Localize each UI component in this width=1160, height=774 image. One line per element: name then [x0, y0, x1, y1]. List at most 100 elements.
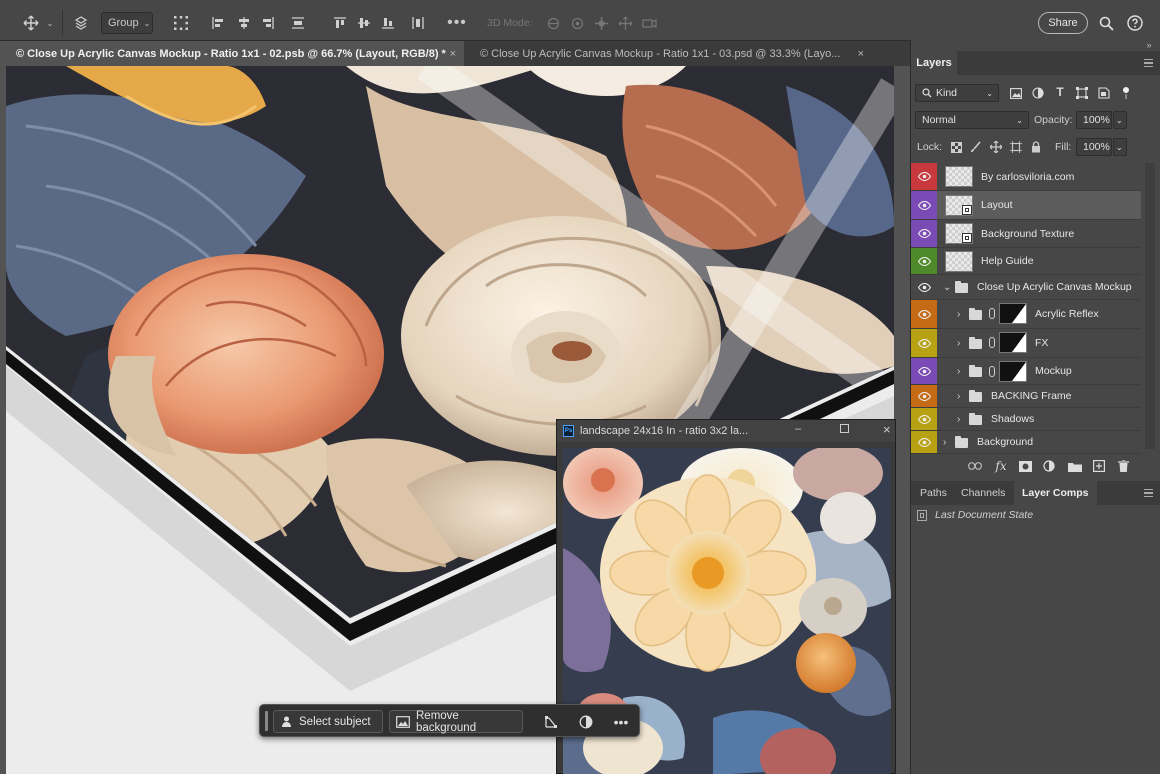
adjustment-filter-icon[interactable] — [1031, 86, 1045, 100]
pixel-filter-icon[interactable] — [1009, 86, 1023, 100]
drag-handle[interactable] — [265, 711, 268, 731]
share-button[interactable]: Share — [1038, 12, 1088, 34]
more-options-icon[interactable]: ••• — [608, 710, 634, 733]
layer-mask-thumbnail[interactable] — [999, 303, 1027, 324]
layer-row[interactable]: Background Texture — [911, 220, 1141, 248]
panel-menu-icon[interactable] — [1144, 59, 1153, 67]
align-left-icon[interactable] — [208, 12, 228, 34]
more-options-icon[interactable]: ••• — [446, 12, 468, 34]
visibility-eye-icon[interactable] — [911, 329, 937, 357]
shape-filter-icon[interactable] — [1075, 86, 1089, 100]
type-filter-icon[interactable]: T — [1053, 85, 1067, 99]
chevron-right-icon[interactable]: › — [957, 408, 960, 430]
mask-link-icon[interactable] — [989, 337, 995, 348]
auto-select-target-dropdown[interactable]: Group ⌄ — [101, 12, 153, 34]
chevron-right-icon[interactable]: › — [943, 431, 946, 453]
panel-menu-icon[interactable] — [1144, 489, 1153, 497]
layer-mask-thumbnail[interactable] — [999, 332, 1027, 353]
mask-link-icon[interactable] — [989, 308, 995, 319]
transform-controls-icon[interactable] — [170, 12, 192, 34]
visibility-eye-icon[interactable] — [911, 191, 937, 219]
visibility-eye-icon[interactable] — [911, 248, 937, 274]
new-layer-icon[interactable] — [1091, 459, 1107, 473]
maximize-icon[interactable] — [840, 424, 849, 433]
visibility-eye-icon[interactable] — [911, 163, 937, 190]
filter-toggle-icon[interactable] — [1119, 86, 1133, 100]
collapse-panels-icon[interactable]: » — [1141, 40, 1157, 50]
help-icon[interactable] — [1126, 12, 1144, 34]
visibility-eye-icon[interactable] — [911, 408, 937, 430]
distribute-icon[interactable] — [288, 12, 308, 34]
visibility-eye-icon[interactable] — [911, 385, 937, 407]
align-right-icon[interactable] — [258, 12, 278, 34]
blend-mode-dropdown[interactable]: Normal ⌄ — [915, 111, 1029, 129]
visibility-eye-icon[interactable] — [911, 275, 937, 299]
distribute-vertical-icon[interactable] — [408, 12, 428, 34]
layer-row[interactable]: › FX — [911, 329, 1141, 358]
chevron-right-icon[interactable]: › — [957, 385, 960, 407]
link-layers-icon[interactable] — [967, 459, 983, 473]
visibility-eye-icon[interactable] — [911, 300, 937, 328]
layer-row[interactable]: › Mockup — [911, 358, 1141, 385]
chevron-down-icon[interactable]: ⌄ — [943, 275, 951, 299]
minimize-icon[interactable]: – — [795, 423, 801, 435]
lock-position-icon[interactable] — [989, 140, 1003, 154]
layer-row[interactable]: › Background — [911, 431, 1141, 454]
floating-window-titlebar[interactable]: Ps landscape 24x16 In - ratio 3x2 la... … — [557, 420, 895, 442]
smart-object-filter-icon[interactable] — [1097, 86, 1111, 100]
new-group-icon[interactable] — [1067, 459, 1083, 473]
fx-icon[interactable]: fx — [993, 458, 1009, 474]
layer-row[interactable]: ⌄ Close Up Acrylic Canvas Mockup — [911, 275, 1141, 300]
remove-background-button[interactable]: Remove background — [389, 710, 523, 734]
tab-layers[interactable]: Layers — [911, 51, 957, 75]
delete-layer-icon[interactable] — [1115, 459, 1131, 473]
close-icon[interactable]: × — [883, 422, 891, 437]
mask-link-icon[interactable] — [989, 366, 995, 377]
close-icon[interactable]: × — [450, 48, 456, 60]
transform-icon[interactable] — [538, 710, 564, 733]
layer-mask-thumbnail[interactable] — [999, 361, 1027, 382]
layer-row[interactable]: › Acrylic Reflex — [911, 300, 1141, 329]
layer-row[interactable]: Layout — [911, 191, 1141, 220]
adjustment-icon[interactable] — [573, 710, 599, 733]
align-bottom-icon[interactable] — [378, 12, 398, 34]
lock-transparent-pixels-icon[interactable] — [949, 140, 963, 154]
align-top-icon[interactable] — [330, 12, 350, 34]
adjustment-layer-icon[interactable] — [1041, 459, 1057, 473]
opacity-input[interactable]: 100% — [1076, 111, 1112, 129]
lock-all-icon[interactable] — [1029, 140, 1043, 154]
fill-chevron-icon[interactable]: ⌄ — [1113, 138, 1127, 156]
tab-layer-comps[interactable]: Layer Comps — [1014, 481, 1097, 505]
align-vertical-centers-icon[interactable] — [354, 12, 374, 34]
layers-scrollbar[interactable] — [1145, 163, 1155, 449]
fill-input[interactable]: 100% — [1076, 138, 1112, 156]
layer-row[interactable]: › Shadows — [911, 408, 1141, 431]
layer-name: Layout — [981, 199, 1013, 211]
chevron-right-icon[interactable]: › — [957, 358, 960, 384]
close-icon[interactable]: × — [858, 48, 864, 60]
auto-select-layers-icon[interactable] — [70, 12, 92, 34]
add-mask-icon[interactable] — [1017, 459, 1033, 473]
visibility-eye-icon[interactable] — [911, 358, 937, 384]
align-horizontal-centers-icon[interactable] — [234, 12, 254, 34]
layer-row[interactable]: › BACKING Frame — [911, 385, 1141, 408]
layer-row[interactable]: By carlosviloria.com — [911, 163, 1141, 191]
tab-channels[interactable]: Channels — [961, 481, 1005, 505]
chevron-right-icon[interactable]: › — [957, 329, 960, 357]
lock-image-pixels-icon[interactable] — [969, 140, 983, 154]
search-icon[interactable] — [1097, 12, 1115, 34]
filter-kind-dropdown[interactable]: Kind ⌄ — [915, 84, 999, 102]
tab-document-03[interactable]: © Close Up Acrylic Canvas Mockup - Ratio… — [464, 41, 872, 67]
chevron-right-icon[interactable]: › — [957, 300, 960, 328]
move-tool-icon[interactable] — [20, 12, 42, 34]
layer-comp-row[interactable]: Last Document State — [911, 506, 1141, 524]
opacity-chevron-icon[interactable]: ⌄ — [1113, 111, 1127, 129]
visibility-eye-icon[interactable] — [911, 220, 937, 247]
lock-artboard-icon[interactable] — [1009, 140, 1023, 154]
tab-paths[interactable]: Paths — [920, 481, 947, 505]
select-subject-button[interactable]: Select subject — [273, 710, 383, 733]
visibility-eye-icon[interactable] — [911, 431, 937, 453]
tab-document-02[interactable]: © Close Up Acrylic Canvas Mockup - Ratio… — [0, 41, 464, 67]
tool-preset-chevron-icon[interactable]: ⌄ — [44, 12, 56, 34]
layer-row[interactable]: Help Guide — [911, 248, 1141, 275]
